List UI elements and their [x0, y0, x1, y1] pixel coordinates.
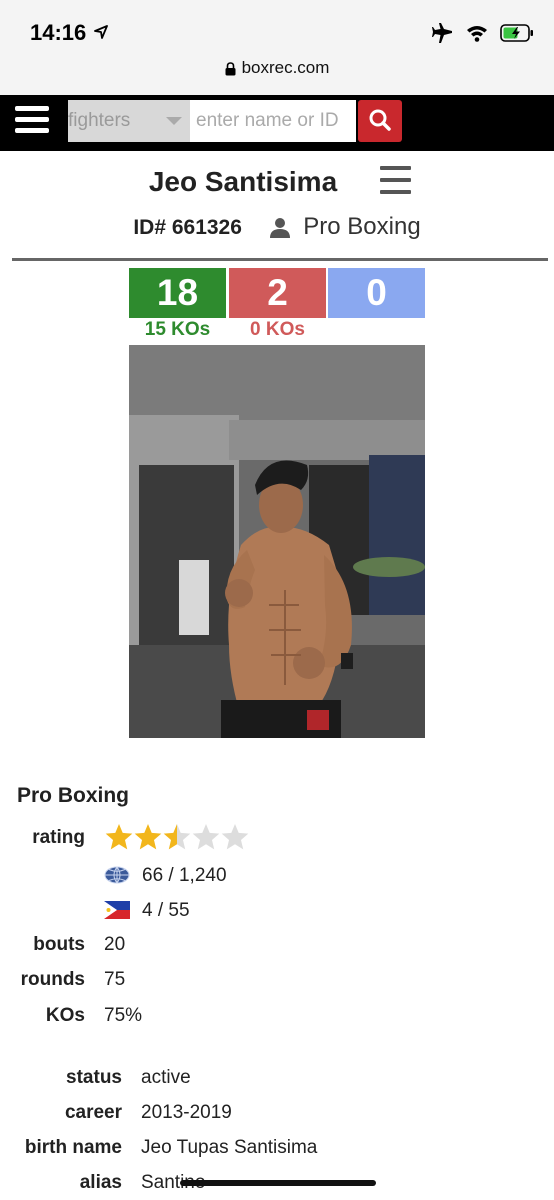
search-type-value: fighters [68, 110, 131, 131]
fighter-id: ID# 661326 [133, 216, 242, 239]
wins-count: 18 [129, 268, 226, 318]
country-rank[interactable]: 4 / 55 [142, 900, 190, 922]
losses-ko: 0 KOs [250, 319, 305, 340]
wins-ko: 15 KOs [144, 319, 211, 340]
search-input[interactable] [190, 100, 356, 142]
address-bar[interactable]: boxrec.com [0, 58, 554, 78]
birth-name-label: birth name [24, 1137, 122, 1158]
rating-label: rating [32, 827, 85, 848]
search-type-select[interactable]: fighters [68, 100, 190, 142]
fighter-name: Jeo Santisima [148, 166, 338, 197]
main-menu-icon[interactable] [15, 106, 49, 138]
globe-icon [104, 866, 130, 884]
category-label: Pro Boxing [303, 213, 421, 240]
rounds-label: rounds [20, 969, 85, 990]
career-label: career [64, 1102, 122, 1123]
location-arrow-icon [94, 25, 108, 39]
star-icon [221, 824, 249, 850]
chevron-down-icon [166, 117, 182, 125]
status-label: status [66, 1067, 122, 1088]
wifi-icon [467, 26, 487, 42]
url-text: boxrec.com [241, 58, 330, 77]
world-rank[interactable]: 66 / 1,240 [142, 865, 227, 887]
id-line: ID# 661326 Pro Boxing [0, 213, 554, 241]
search-icon [369, 109, 391, 131]
battery-icon [500, 24, 533, 42]
site-header: fighters [0, 95, 554, 151]
star-icon [192, 824, 220, 850]
section-title: Pro Boxing [17, 784, 130, 807]
search-button[interactable] [358, 100, 402, 142]
profile-menu-icon[interactable] [380, 166, 411, 196]
star-icon [105, 824, 133, 850]
rating-stars [104, 823, 254, 853]
status-time: 14:16 [30, 20, 87, 45]
status-bar: 14:16 boxrec.com [0, 0, 554, 95]
star-icon [163, 824, 191, 850]
person-icon [269, 217, 290, 238]
career-value: 2013-2019 [141, 1102, 232, 1123]
birth-name-value: Jeo Tupas Santisima [141, 1137, 318, 1158]
status-value: active [141, 1067, 191, 1088]
draws-count: 0 [328, 268, 425, 318]
bouts-value: 20 [104, 934, 126, 955]
alias-label: alias [79, 1172, 122, 1193]
airplane-icon [432, 23, 452, 43]
star-icon [134, 824, 162, 850]
lock-icon [225, 61, 236, 76]
divider [12, 258, 548, 261]
star-rating-icon [105, 824, 249, 850]
kos-label: KOs [45, 1005, 85, 1026]
bouts-label: bouts [33, 934, 85, 955]
home-indicator [180, 1180, 376, 1186]
fighter-photo [129, 345, 425, 738]
rounds-value: 75 [104, 969, 126, 990]
losses-count: 2 [229, 268, 326, 318]
philippines-flag-icon [104, 901, 130, 919]
kos-value: 75% [104, 1005, 143, 1026]
